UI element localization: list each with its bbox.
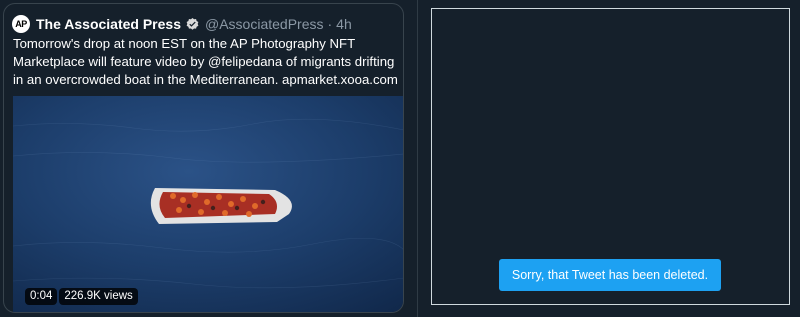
video-view-count: 226.9K views [59, 288, 138, 305]
boat [150, 188, 292, 224]
separator-dot: · [327, 16, 333, 32]
column-divider [417, 0, 418, 317]
tweet-text: Tomorrow's drop at noon EST on the AP Ph… [13, 36, 398, 87]
tweet-timestamp[interactable]: 4h [336, 16, 352, 32]
tweet-video[interactable]: 0:04 226.9K views [13, 96, 403, 312]
tweet-card[interactable]: AP The Associated Press @AssociatedPress… [3, 3, 404, 313]
ap-logo-icon[interactable]: AP [12, 15, 30, 33]
deleted-tweet-card: Sorry, that Tweet has been deleted. [431, 8, 790, 305]
author-name[interactable]: The Associated Press [36, 16, 181, 32]
tweet-header: AP The Associated Press @AssociatedPress… [12, 14, 395, 34]
verified-badge-icon [185, 17, 200, 32]
video-duration: 0:04 [25, 288, 58, 305]
tweet-deleted-notice[interactable]: Sorry, that Tweet has been deleted. [499, 259, 721, 291]
video-badges: 0:04 226.9K views [25, 288, 138, 305]
video-thumbnail [13, 96, 403, 312]
author-handle[interactable]: @AssociatedPress [205, 16, 323, 32]
